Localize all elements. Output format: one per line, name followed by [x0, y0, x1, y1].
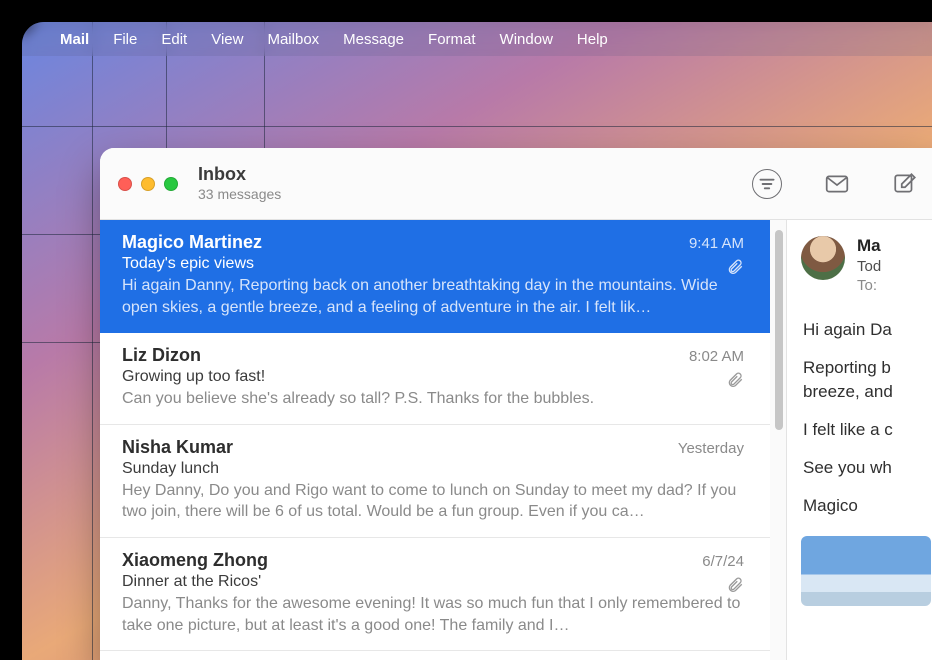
message-date: 6/7/24	[702, 553, 744, 570]
mail-window: Inbox 33 messages	[100, 148, 932, 660]
message-sender: Magico Martinez	[122, 232, 262, 253]
minimize-button[interactable]	[141, 177, 155, 191]
menubar-item-window[interactable]: Window	[488, 27, 565, 52]
message-preview: Hi again Danny, Reporting back on anothe…	[122, 275, 744, 318]
envelope-icon[interactable]	[824, 171, 850, 197]
compose-icon[interactable]	[892, 171, 918, 197]
message-sender: Xiaomeng Zhong	[122, 550, 268, 571]
message-row[interactable]: Xiaomeng Zhong 6/7/24 Dinner at the Rico…	[100, 538, 770, 651]
message-date: 8:02 AM	[689, 348, 744, 365]
reading-subject: Tod	[857, 258, 881, 275]
menubar-item-mailbox[interactable]: Mailbox	[255, 27, 331, 52]
body-line: Hi again Da	[803, 320, 932, 340]
body-line: I felt like a c	[803, 420, 932, 440]
message-subject: Today's epic views	[122, 255, 744, 273]
message-subject: Sunday lunch	[122, 460, 744, 478]
message-preview: Danny, Thanks for the awesome evening! I…	[122, 593, 744, 636]
message-sender: Liz Dizon	[122, 345, 201, 366]
body-line: See you wh	[803, 458, 932, 478]
window-controls	[118, 177, 178, 191]
body-line: Magico	[803, 496, 932, 516]
message-preview: Hey Danny, Do you and Rigo want to come …	[122, 480, 744, 523]
menubar-item-help[interactable]: Help	[565, 27, 620, 52]
message-list: Magico Martinez 9:41 AM Today's epic vie…	[100, 220, 786, 660]
close-button[interactable]	[118, 177, 132, 191]
menubar-item-file[interactable]: File	[101, 27, 149, 52]
paperclip-icon	[726, 576, 744, 599]
filter-icon[interactable]	[752, 169, 782, 199]
mailbox-subtitle: 33 messages	[198, 186, 281, 203]
reading-sender: Ma	[857, 236, 881, 256]
sender-avatar[interactable]	[801, 236, 845, 280]
system-menubar: Mail File Edit View Mailbox Message Form…	[22, 22, 932, 56]
menubar-item-edit[interactable]: Edit	[149, 27, 199, 52]
body-line: breeze, and	[803, 382, 932, 402]
scrollbar-thumb[interactable]	[775, 230, 783, 430]
menubar-app[interactable]: Mail	[48, 27, 101, 52]
paperclip-icon	[726, 371, 744, 394]
message-row[interactable]: Nisha Kumar Yesterday Sunday lunch Hey D…	[100, 425, 770, 538]
reading-body: Hi again Da Reporting b breeze, and I fe…	[801, 320, 932, 516]
mailbox-title: Inbox	[198, 164, 281, 186]
message-date: 9:41 AM	[689, 235, 744, 252]
message-subject: Dinner at the Ricos'	[122, 573, 744, 591]
scrollbar-track[interactable]	[770, 220, 786, 660]
menubar-item-view[interactable]: View	[199, 27, 255, 52]
reading-to-label: To:	[857, 277, 881, 294]
message-date: Yesterday	[678, 440, 744, 457]
window-titlebar: Inbox 33 messages	[100, 148, 932, 220]
body-line: Reporting b	[803, 358, 932, 378]
message-sender: Nisha Kumar	[122, 437, 233, 458]
image-attachment-thumbnail[interactable]	[801, 536, 931, 606]
reading-pane: Ma Tod To: Hi again Da Reporting b breez…	[786, 220, 932, 660]
menubar-item-message[interactable]: Message	[331, 27, 416, 52]
menubar-item-format[interactable]: Format	[416, 27, 488, 52]
message-row[interactable]: Magico Martinez 9:41 AM Today's epic vie…	[100, 220, 770, 333]
paperclip-icon	[726, 258, 744, 281]
message-preview: Can you believe she's already so tall? P…	[122, 388, 744, 410]
fullscreen-button[interactable]	[164, 177, 178, 191]
message-subject: Growing up too fast!	[122, 368, 744, 386]
message-row[interactable]: Liz Dizon 8:02 AM Growing up too fast! C…	[100, 333, 770, 425]
